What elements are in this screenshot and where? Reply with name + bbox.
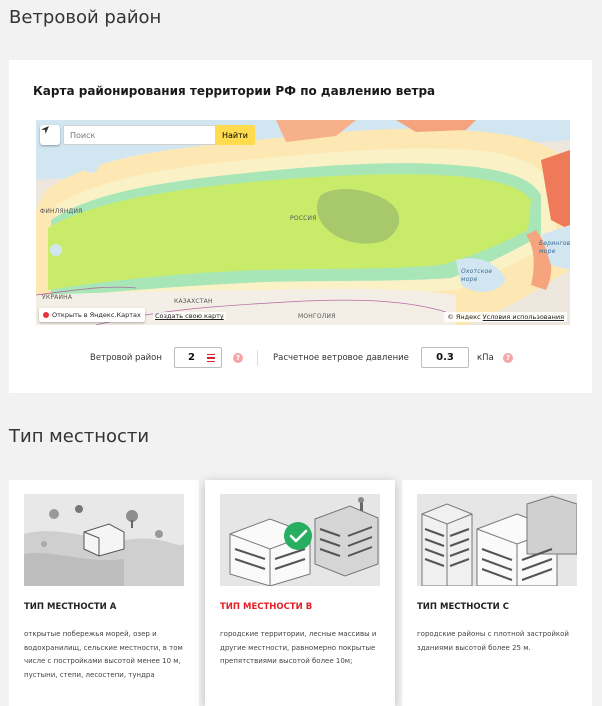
- terrain-card-c[interactable]: ТИП МЕСТНОСТИ С городские районы с плотн…: [402, 480, 592, 706]
- terrain-card-b[interactable]: ТИП МЕСТНОСТИ В городские территории, ле…: [205, 480, 395, 706]
- terrain-card-a[interactable]: ТИП МЕСТНОСТИ А открытые побережья морей…: [9, 480, 199, 706]
- map-label-mongolia: МОНГОЛИЯ: [298, 313, 336, 320]
- map-search-button[interactable]: Найти: [215, 125, 255, 145]
- terrain-a-description: открытые побережья морей, озер и водохра…: [24, 630, 183, 679]
- map-label-finland: ФИНЛЯНДИЯ: [40, 208, 83, 215]
- pressure-value-box: 0.3: [421, 347, 469, 368]
- terms-link[interactable]: Условия использования: [483, 313, 564, 321]
- wind-map-card: Карта районирования территории РФ по дав…: [9, 60, 592, 393]
- terrain-b-illustration: [220, 494, 380, 586]
- menu-icon: [207, 354, 215, 364]
- map-label-ukraine: УКРАИНА: [42, 294, 73, 301]
- terrain-a-illustration: [24, 494, 184, 586]
- pressure-label: Расчетное ветровое давление: [273, 353, 409, 363]
- location-arrow-icon: [41, 126, 49, 134]
- map-label-russia: РОССИЯ: [290, 215, 317, 222]
- geolocation-button[interactable]: [40, 125, 60, 145]
- map-title: Карта районирования территории РФ по дав…: [33, 84, 436, 98]
- terrain-c-illustration: [417, 494, 577, 586]
- map-canvas: [36, 120, 570, 325]
- map-search-input[interactable]: [63, 125, 215, 145]
- wind-region-title: Ветровой район: [9, 7, 162, 28]
- pressure-unit: кПа: [477, 353, 494, 363]
- controls-divider: [257, 350, 258, 366]
- region-help-icon[interactable]: ?: [233, 353, 243, 363]
- open-in-yandex-label: Открыть в Яндекс.Картах: [52, 311, 141, 319]
- terrain-c-description: городские районы с плотной застройкой зд…: [417, 630, 569, 652]
- map-label-kazakhstan: КАЗАХСТАН: [174, 298, 213, 305]
- create-map-link[interactable]: Создать свою карту: [153, 312, 226, 320]
- wind-zone-map[interactable]: Найти ФИНЛЯНДИЯ РОССИЯ УКРАИНА КАЗАХСТАН…: [36, 120, 570, 325]
- wind-region-label: Ветровой район: [90, 353, 162, 363]
- map-label-okhotsk-sea: Охотское море: [461, 268, 493, 283]
- pressure-value: 0.3: [436, 352, 454, 363]
- map-copyright: © Яндекс Условия использования: [444, 312, 567, 322]
- wind-region-value: 2: [188, 352, 195, 363]
- copyright-text: © Яндекс: [447, 313, 481, 321]
- terrain-type-title: Тип местности: [9, 426, 150, 447]
- terrain-c-name: ТИП МЕСТНОСТИ С: [417, 602, 509, 612]
- open-in-yandex-link[interactable]: Открыть в Яндекс.Картах: [39, 308, 145, 322]
- map-pin-icon: [43, 312, 49, 318]
- terrain-b-description: городские территории, лесные массивы и д…: [220, 630, 377, 665]
- terrain-a-name: ТИП МЕСТНОСТИ А: [24, 602, 117, 612]
- wind-region-select[interactable]: 2: [174, 347, 222, 368]
- map-label-bering-sea: Берингово море: [539, 240, 570, 255]
- wind-controls: Ветровой район 2 ? Расчетное ветровое да…: [9, 347, 592, 371]
- terrain-b-name: ТИП МЕСТНОСТИ В: [220, 602, 313, 612]
- pressure-help-icon[interactable]: ?: [503, 353, 513, 363]
